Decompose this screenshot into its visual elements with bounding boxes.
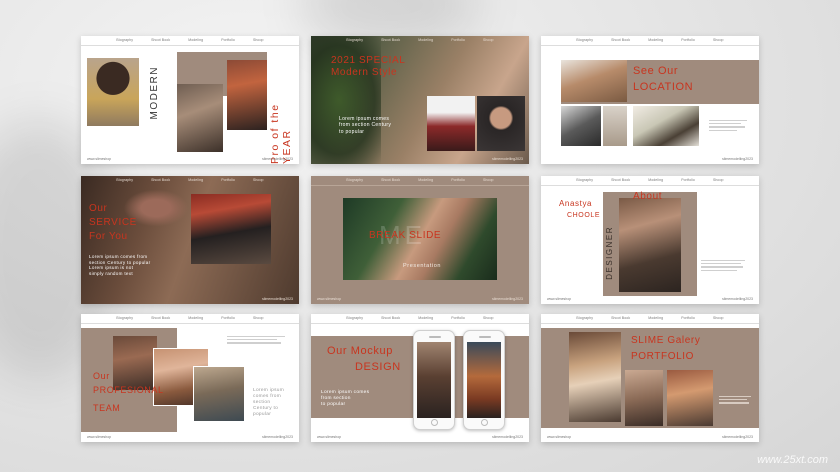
title-line1: Our Mockup xyxy=(327,345,393,357)
model-photo xyxy=(667,370,713,426)
footer-right: slimemodelling2023 xyxy=(492,435,523,439)
slide-nav: Biography Shoot Book Modeling Portfolio Shoo… xyxy=(116,38,264,42)
footer-right: slimemodelling2023 xyxy=(262,435,293,439)
model-photo xyxy=(227,60,267,130)
nav-divider xyxy=(541,45,759,46)
footer-left: www.slimeshop xyxy=(87,435,112,439)
slide-nav: Biography Shoot Book Modeling Portfolio Shoo… xyxy=(116,316,264,320)
nav-divider xyxy=(541,185,759,186)
phone-home-button xyxy=(431,419,438,426)
nav-divider xyxy=(311,185,529,186)
model-photo xyxy=(177,84,223,152)
model-photo xyxy=(619,198,681,292)
watermark-text: www.25xt.com xyxy=(757,454,828,466)
footer-right: slimemodelling2023 xyxy=(262,157,293,161)
title-line1: 2021 SPECIAL xyxy=(331,55,406,66)
title-line3: For You xyxy=(89,231,128,242)
title-line3: TEAM xyxy=(93,403,121,413)
model-photo xyxy=(477,96,525,151)
description: Lorem ipsum comes from section Century t… xyxy=(339,116,392,135)
nav-divider xyxy=(541,323,759,324)
footer-left: www.slimeshop xyxy=(547,435,572,439)
footer-right: slimemodelling2023 xyxy=(722,435,753,439)
slide-break[interactable]: Biography Shoot Book Modeling Portfolio Shoo… xyxy=(311,176,529,304)
slide-nav: Biography Shoot Book Modeling Portfolio Shoo… xyxy=(346,316,494,320)
text-lines xyxy=(709,120,749,133)
vertical-designer: DESIGNER xyxy=(605,226,614,280)
description: Lorem ipsum comes from section Century t… xyxy=(89,254,151,277)
slide-nav: Biography Shoot Book Modeling Portfolio Shoo… xyxy=(346,178,494,182)
slide-gallery-portfolio[interactable]: Biography Shoot Book Modeling Portfolio Shoo… xyxy=(541,314,759,442)
phone-mockup xyxy=(463,330,505,430)
description: Lorem ipsum comes from section to popula… xyxy=(321,390,370,407)
slide-nav: Biography Shoot Book Modeling Portfolio Shoo… xyxy=(576,178,724,182)
phone-screen xyxy=(417,342,451,418)
phone-speaker xyxy=(479,336,491,338)
slide-special-modern-style[interactable]: Biography Shoot Book Modeling Portfolio Shoo… xyxy=(311,36,529,164)
text-lines xyxy=(719,396,753,406)
slide-about-designer[interactable]: Biography Shoot Book Modeling Portfolio Shoo… xyxy=(541,176,759,304)
footer-left: www.slimeshop xyxy=(317,435,342,439)
slide-mockup-design[interactable]: Biography Shoot Book Modeling Portfolio Shoo… xyxy=(311,314,529,442)
slide-modern-pro[interactable]: Biography Shoot Book Modeling Portfolio Shoo… xyxy=(81,36,299,164)
title-line1: Our xyxy=(93,371,110,381)
break-title: BREAK SLIDE xyxy=(369,230,442,241)
nav-divider xyxy=(311,323,529,324)
footer-right: slimemodelling2023 xyxy=(722,157,753,161)
title-line2: Modern Style xyxy=(331,67,398,78)
phone-home-button xyxy=(481,419,488,426)
text-lines xyxy=(227,336,287,346)
footer-left: www.slimeshop xyxy=(87,157,112,161)
model-photo xyxy=(427,96,475,151)
model-photo xyxy=(561,60,627,102)
title-line2: DESIGN xyxy=(355,361,401,373)
slide-nav: Biography Shoot Book Modeling Portfolio Shoo… xyxy=(346,38,494,42)
subtitle: Presentation xyxy=(403,263,442,269)
model-photo xyxy=(113,336,157,390)
slide-our-service[interactable]: Biography Shoot Book Modeling Portfolio Shoo… xyxy=(81,176,299,304)
phone-speaker xyxy=(429,336,441,338)
model-photo xyxy=(625,370,663,426)
model-photo xyxy=(193,366,245,422)
about-title: About xyxy=(633,191,663,202)
footer-left: www.slimeshop xyxy=(547,297,572,301)
title-line2: SERVICE xyxy=(89,217,137,228)
footer-right: slimemodelling2023 xyxy=(722,297,753,301)
model-photo xyxy=(87,58,139,126)
slide-nav: Biography Shoot Book Modeling Portfolio Shoo… xyxy=(576,316,724,320)
description: Lorem ipsum comes from section Century t… xyxy=(253,388,285,417)
title-line2: PORTFOLIO xyxy=(631,351,695,362)
model-photo xyxy=(561,106,601,146)
slide-nav: Biography Shoot Book Modeling Portfolio Shoo… xyxy=(116,178,264,182)
title-line1: SLIME Galery xyxy=(631,335,701,346)
phone-screen xyxy=(467,342,501,418)
nav-divider xyxy=(81,45,299,46)
title-line1: See Our xyxy=(633,65,679,77)
model-photo xyxy=(633,106,699,146)
nav-divider xyxy=(81,323,299,324)
name-last: CHOOLE xyxy=(567,212,601,219)
model-photo xyxy=(603,106,627,146)
title-line2: PROFESIONAL xyxy=(93,385,164,395)
footer-right: slimemodelling2023 xyxy=(492,157,523,161)
slide-nav: Biography Shoot Book Modeling Portfolio Shoo… xyxy=(576,38,724,42)
footer-right: slimemodelling2023 xyxy=(492,297,523,301)
title-line2: LOCATION xyxy=(633,81,694,93)
model-photo xyxy=(191,194,271,264)
title-modern: MODERN xyxy=(149,66,160,120)
slide-see-our-location[interactable]: Biography Shoot Book Modeling Portfolio Shoo… xyxy=(541,36,759,164)
title-pro-of-the-year: Pro of the YEAR xyxy=(269,103,293,164)
name-first: Anastya xyxy=(559,199,593,208)
footer-left: www.slimeshop xyxy=(317,297,342,301)
text-lines xyxy=(701,260,747,273)
phone-mockup xyxy=(413,330,455,430)
model-photo xyxy=(569,332,621,422)
slide-professional-team[interactable]: Biography Shoot Book Modeling Portfolio Shoo… xyxy=(81,314,299,442)
footer-right: slimemodelling2023 xyxy=(262,297,293,301)
title-line1: Our xyxy=(89,203,108,214)
